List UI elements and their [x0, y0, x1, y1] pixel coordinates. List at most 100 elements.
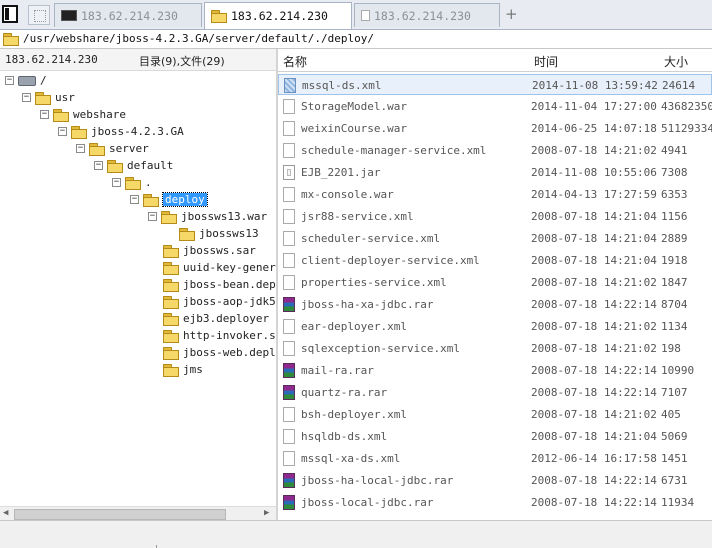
file-time: 2008-07-18 14:21:02 — [531, 408, 657, 421]
collapse-toggle-icon[interactable]: − — [58, 127, 67, 136]
directory-tree[interactable]: − / − usr − webshare − jboss-4.2.3.GA − server − de… — [0, 70, 276, 506]
tree-node-label[interactable]: jboss-4.2.3.GA — [91, 125, 184, 138]
tree-node[interactable]: jbossws.sar — [150, 242, 256, 259]
file-row[interactable]: hsqldb-ds.xml 2008-07-18 14:21:04 5069 — [278, 426, 712, 447]
tree-node-label[interactable]: server — [109, 142, 149, 155]
file-row[interactable]: mssql-xa-ds.xml 2012-06-14 16:17:58 1451 — [278, 448, 712, 469]
scroll-right-icon[interactable]: ▶ — [264, 508, 269, 518]
window-menu-icon[interactable] — [2, 5, 18, 23]
file-row[interactable]: jboss-ha-xa-jdbc.rar 2008-07-18 14:22:14 8… — [278, 294, 712, 315]
tree-node-label[interactable]: webshare — [73, 108, 126, 121]
tree-node[interactable]: ejb3.deployer — [150, 310, 269, 327]
file-row[interactable]: properties-service.xml 2008-07-18 14:21:0… — [278, 272, 712, 293]
collapse-toggle-icon[interactable]: − — [112, 178, 121, 187]
file-row[interactable]: sqlexception-service.xml 2008-07-18 14:21… — [278, 338, 712, 359]
tree-node-label[interactable]: jboss-aop-jdk50.deployer — [183, 295, 276, 308]
collapse-toggle-icon[interactable]: − — [40, 110, 49, 119]
file-row[interactable]: mx-console.war 2014-04-13 17:27:59 6353 — [278, 184, 712, 205]
tree-node-label[interactable]: default — [127, 159, 173, 172]
file-time: 2014-11-04 17:27:00 — [531, 100, 657, 113]
tree-node-label[interactable]: usr — [55, 91, 75, 104]
tree-node-label[interactable]: deploy — [162, 192, 208, 207]
collapse-toggle-icon[interactable]: − — [76, 144, 85, 153]
file-icon — [283, 99, 295, 114]
tree-node-label[interactable]: uuid-key-generator.sar — [183, 261, 276, 274]
file-row[interactable]: schedule-manager-service.xml 2008-07-18 1… — [278, 140, 712, 161]
collapse-toggle-icon[interactable]: − — [148, 212, 157, 221]
file-size: 10990 — [661, 364, 695, 377]
file-time: 2014-04-13 17:27:59 — [531, 188, 657, 201]
file-row[interactable]: jboss-ha-local-jdbc.rar 2008-07-18 14:22:… — [278, 470, 712, 491]
file-time: 2008-07-18 14:21:04 — [531, 232, 657, 245]
file-row[interactable]: EJB_2201.jar 2014-11-08 10:55:06 7308 — [278, 162, 712, 183]
tree-node[interactable]: jbossws13 — [166, 225, 259, 242]
tree-node-label[interactable]: jbossws.sar — [183, 244, 256, 257]
file-row[interactable]: weixinCourse.war 2014-06-25 14:07:18 51129… — [278, 118, 712, 139]
file-row[interactable]: StorageModel.war 2014-11-04 17:27:00 43682… — [278, 96, 712, 117]
column-size[interactable]: 大小 — [664, 53, 688, 70]
tree-node-label[interactable]: jbossws13.war — [181, 210, 267, 223]
folder-icon — [163, 329, 179, 343]
tree-node[interactable]: − / — [5, 72, 47, 89]
tree-node[interactable]: jboss-aop-jdk50.deployer — [150, 293, 276, 310]
tab-document[interactable]: 183.62.214.230 — [354, 3, 500, 27]
scroll-left-icon[interactable]: ◀ — [3, 508, 8, 518]
file-row[interactable]: ear-deployer.xml 2008-07-18 14:21:02 1134 — [278, 316, 712, 337]
tree-node[interactable]: jboss-bean.deployer — [150, 276, 276, 293]
folder-icon — [163, 346, 179, 360]
current-path[interactable]: /usr/webshare/jboss-4.2.3.GA/server/defa… — [23, 32, 374, 45]
tree-node-label[interactable]: jboss-bean.deployer — [183, 278, 276, 291]
file-row[interactable]: client-deployer-service.xml 2008-07-18 14… — [278, 250, 712, 271]
tree-node[interactable]: − webshare — [40, 106, 126, 123]
tree-node-label[interactable]: jms — [183, 363, 203, 376]
file-row[interactable]: quartz-ra.rar 2008-07-18 14:22:14 7107 — [278, 382, 712, 403]
path-bar[interactable]: /usr/webshare/jboss-4.2.3.GA/server/defa… — [0, 29, 712, 49]
tree-node[interactable]: − server — [76, 140, 149, 157]
file-row[interactable]: scheduler-service.xml 2008-07-18 14:21:04… — [278, 228, 712, 249]
file-row[interactable]: mail-ra.rar 2008-07-18 14:22:14 10990 — [278, 360, 712, 381]
file-row[interactable]: bsh-deployer.xml 2008-07-18 14:21:02 405 — [278, 404, 712, 425]
file-time: 2008-07-18 14:21:02 — [531, 320, 657, 333]
collapse-toggle-icon[interactable]: − — [94, 161, 103, 170]
folder-icon — [89, 142, 105, 156]
tree-node-label[interactable]: . — [145, 176, 152, 189]
folder-icon — [161, 210, 177, 224]
tree-node[interactable]: − usr — [22, 89, 75, 106]
tree-node[interactable]: http-invoker.sar — [150, 327, 276, 344]
file-list[interactable]: mssql-ds.xml 2014-11-08 13:59:42 24614 Stor… — [278, 74, 712, 520]
file-size: 6353 — [661, 188, 688, 201]
tree-node[interactable]: − jboss-4.2.3.GA — [58, 123, 184, 140]
tab-sftp-active[interactable]: 183.62.214.230 — [204, 2, 352, 29]
tree-node-label[interactable]: jbossws13 — [199, 227, 259, 240]
scrollbar-thumb[interactable] — [14, 509, 226, 520]
file-size: 11934 — [661, 496, 695, 509]
tree-node[interactable]: − deploy — [130, 191, 208, 208]
tree-node[interactable]: −. — [112, 174, 152, 191]
column-time[interactable]: 时间 — [534, 53, 558, 70]
file-row[interactable]: jsr88-service.xml 2008-07-18 14:21:04 1156 — [278, 206, 712, 227]
tree-node[interactable]: − jbossws13.war — [148, 208, 267, 225]
tree-horizontal-scrollbar[interactable]: ◀ ▶ — [0, 506, 276, 521]
file-row[interactable]: mssql-ds.xml 2014-11-08 13:59:42 24614 — [278, 74, 712, 95]
folder-icon — [107, 159, 123, 173]
folder-icon — [163, 261, 179, 275]
tree-node-label[interactable]: / — [40, 74, 47, 87]
tree-node[interactable]: − default — [94, 157, 173, 174]
tree-node-label[interactable]: jboss-web.deployer — [183, 346, 276, 359]
tree-node[interactable]: jboss-web.deployer — [150, 344, 276, 361]
tree-node[interactable]: jms — [150, 361, 203, 378]
column-name[interactable]: 名称 — [283, 53, 307, 70]
file-time: 2008-07-18 14:21:04 — [531, 210, 657, 223]
new-tab-button[interactable]: + — [505, 5, 518, 23]
blank-tab-icon[interactable] — [28, 5, 50, 25]
file-name: jsr88-service.xml — [301, 210, 414, 223]
tab-bar: 183.62.214.230 183.62.214.230 183.62.214… — [0, 0, 712, 30]
tree-node-label[interactable]: ejb3.deployer — [183, 312, 269, 325]
collapse-toggle-icon[interactable]: − — [130, 195, 139, 204]
collapse-toggle-icon[interactable]: − — [5, 76, 14, 85]
tree-node[interactable]: uuid-key-generator.sar — [150, 259, 276, 276]
tab-terminal[interactable]: 183.62.214.230 — [54, 3, 202, 27]
file-row[interactable]: jboss-local-jdbc.rar 2008-07-18 14:22:14 1… — [278, 492, 712, 513]
collapse-toggle-icon[interactable]: − — [22, 93, 31, 102]
tree-node-label[interactable]: http-invoker.sar — [183, 329, 276, 342]
